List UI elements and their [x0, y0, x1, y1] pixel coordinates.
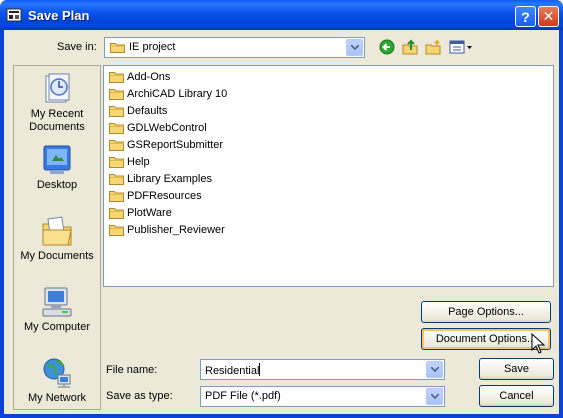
save-button[interactable]: Save — [479, 358, 554, 380]
folder-icon — [109, 173, 124, 185]
list-item[interactable]: Help — [109, 153, 150, 170]
view-menu-icon[interactable] — [448, 38, 474, 56]
chevron-down-icon[interactable] — [426, 388, 443, 405]
save-plan-dialog: Save Plan ? ✕ Save in: IE project My Rec… — [0, 0, 563, 418]
chevron-down-icon[interactable] — [426, 361, 443, 378]
folder-name: GDLWebControl — [127, 121, 207, 134]
folder-name: PDFResources — [127, 189, 202, 202]
save-in-combo[interactable]: IE project — [104, 37, 365, 58]
title-bar[interactable]: Save Plan ? ✕ — [0, 0, 563, 30]
list-item[interactable]: PDFResources — [109, 187, 202, 204]
folder-name: Add-Ons — [127, 70, 171, 83]
folder-icon — [109, 105, 124, 117]
folder-icon — [109, 224, 124, 236]
place-my-documents[interactable]: My Documents — [14, 214, 100, 263]
place-my-network[interactable]: My Network — [14, 356, 100, 405]
page-options-button[interactable]: Page Options... — [421, 301, 551, 323]
file-name-field[interactable]: Residential — [200, 359, 445, 380]
close-button[interactable]: ✕ — [538, 6, 559, 27]
save-as-type-value: PDF File (*.pdf) — [205, 390, 281, 402]
place-label: My Network — [27, 392, 87, 404]
list-item[interactable]: Defaults — [109, 102, 167, 119]
folder-name: Library Examples — [127, 172, 212, 185]
file-name-value: Residential — [205, 365, 260, 377]
cancel-button[interactable]: Cancel — [479, 385, 554, 407]
app-icon — [6, 8, 22, 22]
places-bar: My Recent Documents Desktop My Documents… — [13, 65, 101, 410]
folder-name: PlotWare — [127, 206, 172, 219]
folder-name: Defaults — [127, 104, 168, 117]
save-as-type-label: Save as type: — [106, 390, 173, 402]
folder-icon — [110, 41, 125, 53]
list-item[interactable]: GDLWebControl — [109, 119, 207, 136]
chevron-down-icon[interactable] — [346, 39, 363, 56]
desktop-icon — [40, 143, 74, 177]
new-folder-icon[interactable] — [424, 38, 442, 56]
recent-documents-icon — [40, 72, 74, 106]
place-desktop[interactable]: Desktop — [14, 143, 100, 192]
my-computer-icon — [40, 285, 74, 319]
folder-icon — [109, 71, 124, 83]
back-icon[interactable] — [378, 38, 396, 56]
folder-name: Publisher_Reviewer — [127, 223, 225, 236]
window-title: Save Plan — [28, 8, 90, 23]
place-recent-documents[interactable]: My Recent Documents — [14, 72, 100, 134]
folder-icon — [109, 207, 124, 219]
folder-name: ArchiCAD Library 10 — [127, 87, 228, 100]
place-label: My Documents — [20, 250, 94, 262]
my-documents-icon — [40, 214, 74, 248]
save-in-value: IE project — [129, 41, 176, 53]
folder-name: Help — [127, 155, 150, 168]
folder-icon — [109, 190, 124, 202]
folder-icon — [109, 139, 124, 151]
list-item[interactable]: Publisher_Reviewer — [109, 221, 225, 238]
help-button[interactable]: ? — [515, 6, 536, 27]
dialog-client: Save in: IE project My Recent Documents … — [4, 30, 559, 414]
folder-icon — [109, 88, 124, 100]
list-item[interactable]: PlotWare — [109, 204, 172, 221]
file-list[interactable]: Add-Ons ArchiCAD Library 10 Defaults GDL… — [103, 65, 554, 287]
place-label: My Computer — [23, 321, 91, 333]
save-in-label: Save in: — [57, 41, 97, 53]
up-folder-icon[interactable] — [401, 38, 419, 56]
my-network-icon — [40, 356, 74, 390]
text-caret — [259, 363, 261, 376]
place-label: Desktop — [36, 179, 78, 191]
list-item[interactable]: Library Examples — [109, 170, 212, 187]
folder-icon — [109, 156, 124, 168]
save-as-type-select[interactable]: PDF File (*.pdf) — [200, 386, 445, 407]
list-item[interactable]: Add-Ons — [109, 68, 170, 85]
place-label: My Recent Documents — [29, 108, 85, 133]
folder-icon — [109, 122, 124, 134]
list-item[interactable]: GSReportSubmitter — [109, 136, 223, 153]
place-my-computer[interactable]: My Computer — [14, 285, 100, 334]
list-item[interactable]: ArchiCAD Library 10 — [109, 85, 227, 102]
mouse-pointer-icon — [531, 333, 546, 354]
file-name-label: File name: — [106, 364, 158, 376]
folder-name: GSReportSubmitter — [127, 138, 223, 151]
